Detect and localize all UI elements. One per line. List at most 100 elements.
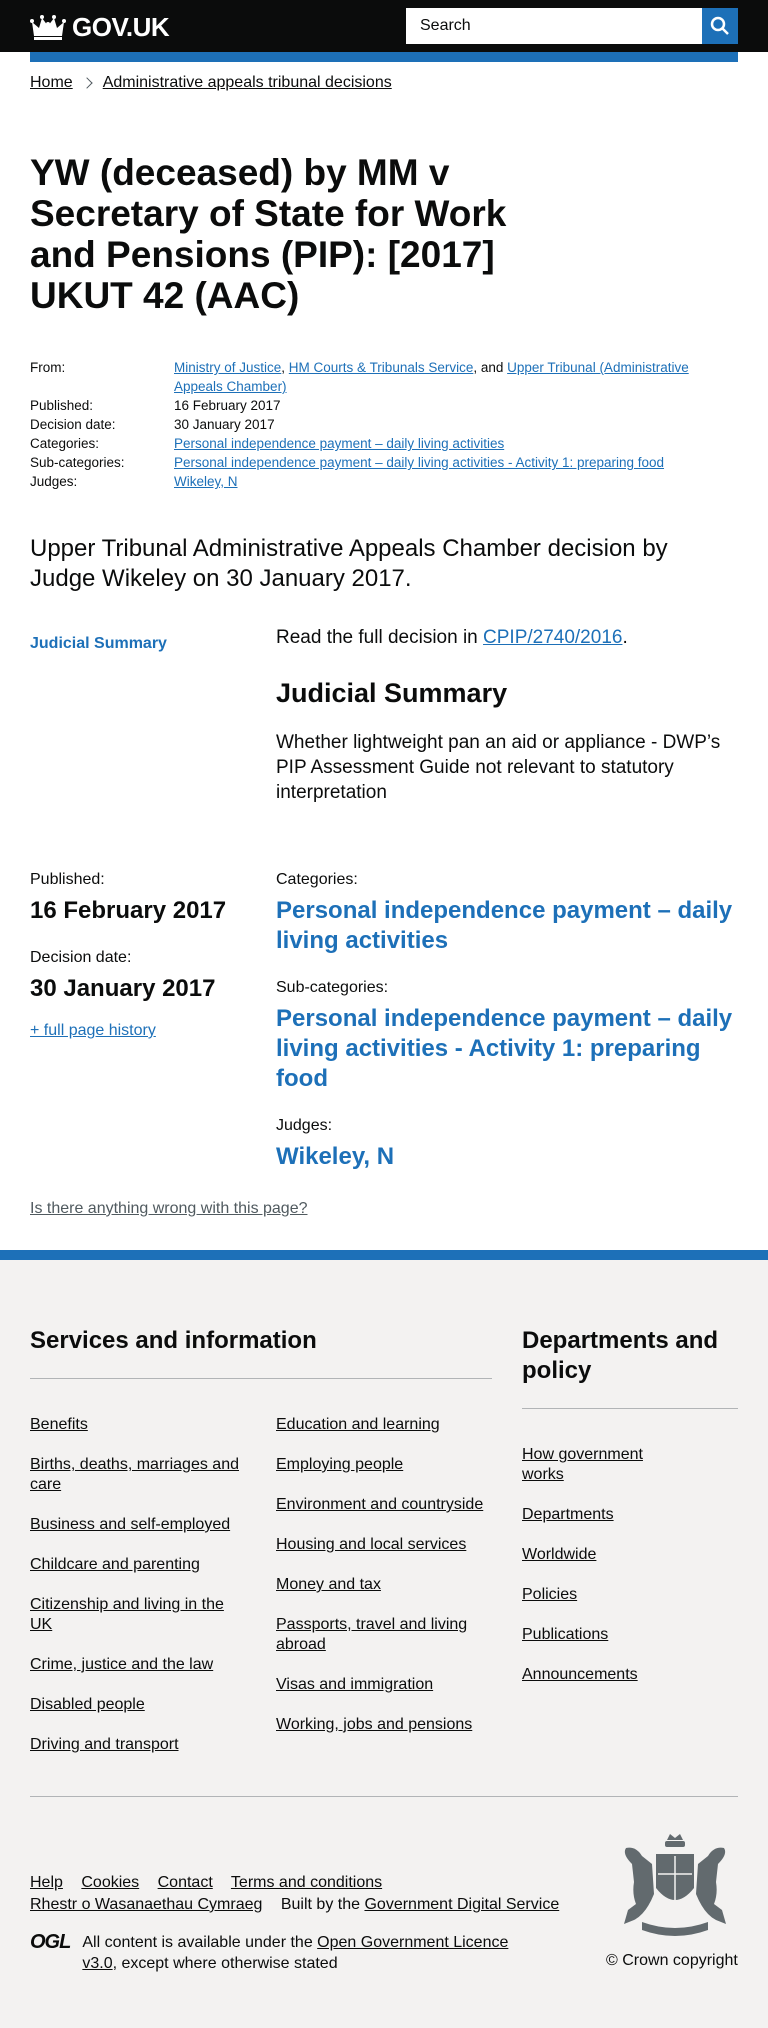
report-problem-link[interactable]: Is there anything wrong with this page? <box>30 1200 308 1218</box>
licence-prefix: All content is available under the <box>82 1934 318 1951</box>
list-item: Announcements <box>522 1665 662 1685</box>
departments-divider <box>522 1408 738 1409</box>
search-button[interactable] <box>702 8 738 44</box>
services-divider <box>30 1378 492 1379</box>
footer-link[interactable]: Births, deaths, marriages and care <box>30 1456 239 1493</box>
meta-decision: Decision date: 30 January 2017 <box>30 415 694 434</box>
meta-published: Published: 16 February 2017 <box>30 396 694 415</box>
decision-date: 30 January 2017 <box>30 975 216 1002</box>
list-item: Citizenship and living in the UK <box>30 1595 250 1635</box>
meta-published-label: Published: <box>30 398 94 413</box>
contents-link-judicial-summary[interactable]: Judicial Summary <box>30 635 167 653</box>
categories-label: Categories: <box>276 871 358 888</box>
footer-link[interactable]: How government works <box>522 1446 643 1483</box>
licence-suffix: , except where otherwise stated <box>112 1955 338 1972</box>
list-item: Working, jobs and pensions <box>276 1715 496 1735</box>
meta-judges: Judges: Wikeley, N <box>30 472 694 491</box>
licence-row: OGL All content is available under the O… <box>30 1932 542 1974</box>
crown-copyright[interactable]: © Crown copyright <box>606 1952 738 1970</box>
full-page-history-link[interactable]: + full page history <box>30 1022 250 1040</box>
departments-list: How government works Departments Worldwi… <box>522 1445 662 1705</box>
header-blue-bar <box>30 52 738 62</box>
footer-link[interactable]: Publications <box>522 1626 608 1643</box>
meta-from: From: Ministry of Justice, HM Courts & T… <box>30 358 694 396</box>
footer-link[interactable]: Announcements <box>522 1666 638 1683</box>
meta-decision-value: 30 January 2017 <box>174 417 275 432</box>
footer-link[interactable]: Policies <box>522 1586 577 1603</box>
meta-categories-label: Categories: <box>30 436 100 451</box>
list-item: Disabled people <box>30 1695 250 1715</box>
meta-judges-label: Judges: <box>30 474 78 489</box>
footer-link[interactable]: Crime, justice and the law <box>30 1656 213 1673</box>
site-footer: Services and information Benefits Births… <box>0 1250 768 2028</box>
footer-link[interactable]: Benefits <box>30 1416 88 1433</box>
footer-link[interactable]: Worldwide <box>522 1546 596 1563</box>
list-item: Education and learning <box>276 1415 496 1435</box>
footer-contact-link[interactable]: Contact <box>158 1874 213 1891</box>
footer-link[interactable]: Disabled people <box>30 1696 145 1713</box>
footer-link[interactable]: Environment and countryside <box>276 1496 483 1513</box>
search-icon <box>710 16 729 35</box>
meta-from-label: From: <box>30 360 66 375</box>
footer-link[interactable]: Money and tax <box>276 1576 381 1593</box>
category-big-link[interactable]: Personal independence payment – daily li… <box>276 896 746 956</box>
subcategory-link[interactable]: Personal independence payment – daily li… <box>174 455 664 470</box>
document-dates: Published: 16 February 2017 Decision dat… <box>30 870 250 1040</box>
breadcrumb: Home Administrative appeals tribunal dec… <box>30 74 392 92</box>
breadcrumb-home[interactable]: Home <box>30 74 73 92</box>
govuk-logo[interactable]: GOV.UK <box>30 12 170 43</box>
list-item: Worldwide <box>522 1545 662 1565</box>
footer-link[interactable]: Driving and transport <box>30 1736 179 1753</box>
decision-document-link[interactable]: CPIP/2740/2016 <box>483 627 622 648</box>
footer-terms-link[interactable]: Terms and conditions <box>231 1874 382 1891</box>
logo-text: GOV.UK <box>72 12 170 42</box>
lead-paragraph: Upper Tribunal Administrative Appeals Ch… <box>30 535 668 592</box>
footer-link[interactable]: Citizenship and living in the UK <box>30 1596 224 1633</box>
ogl-logo: OGL <box>30 1931 71 1953</box>
meta-subcategories: Sub-categories: Personal independence pa… <box>30 453 694 472</box>
footer-link[interactable]: Working, jobs and pensions <box>276 1716 472 1733</box>
org-link-moj[interactable]: Ministry of Justice <box>174 360 281 375</box>
meta-categories: Categories: Personal independence paymen… <box>30 434 694 453</box>
list-item: Childcare and parenting <box>30 1555 250 1575</box>
judge-link[interactable]: Wikeley, N <box>174 474 238 489</box>
footer-link[interactable]: Employing people <box>276 1456 403 1473</box>
departments-heading: Departments and policy <box>522 1327 719 1384</box>
footer-cookies-link[interactable]: Cookies <box>81 1874 139 1891</box>
footer-link[interactable]: Business and self-employed <box>30 1516 230 1533</box>
judicial-summary-text: Whether lightweight pan an aid or applia… <box>276 732 721 803</box>
footer-link[interactable]: Housing and local services <box>276 1536 466 1553</box>
footer-link[interactable]: Passports, travel and living abroad <box>276 1616 467 1653</box>
list-item: Business and self-employed <box>30 1515 250 1535</box>
footer-link[interactable]: Departments <box>522 1506 614 1523</box>
footer-link[interactable]: Education and learning <box>276 1416 440 1433</box>
footer-welsh-link[interactable]: Rhestr o Wasanaethau Cymraeg <box>30 1896 262 1913</box>
list-item: Employing people <box>276 1455 496 1475</box>
search-input[interactable]: Search <box>406 8 702 44</box>
footer-divider <box>30 1796 738 1797</box>
list-item: Benefits <box>30 1415 250 1435</box>
published-label: Published: <box>30 871 105 888</box>
judges-label: Judges: <box>276 1117 333 1134</box>
meta-published-value: 16 February 2017 <box>174 398 281 413</box>
meta-subcategories-label: Sub-categories: <box>30 455 125 470</box>
page-title: YW (deceased) by MM v Secretary of State… <box>30 152 507 316</box>
services-list-col2: Education and learning Employing people … <box>276 1415 496 1755</box>
breadcrumb-section[interactable]: Administrative appeals tribunal decision… <box>103 74 392 92</box>
judge-big-link[interactable]: Wikeley, N <box>276 1142 746 1172</box>
subcategories-label: Sub-categories: <box>276 979 389 996</box>
org-separator: , <box>281 360 289 375</box>
org-link-hmcts[interactable]: HM Courts & Tribunals Service <box>289 360 474 375</box>
category-link[interactable]: Personal independence payment – daily li… <box>174 436 504 451</box>
services-list-col1: Benefits Births, deaths, marriages and c… <box>30 1415 250 1775</box>
footer-help-link[interactable]: Help <box>30 1874 63 1891</box>
footer-link[interactable]: Childcare and parenting <box>30 1556 200 1573</box>
site-header: GOV.UK Search <box>0 0 768 52</box>
footer-link[interactable]: Visas and immigration <box>276 1676 433 1693</box>
services-heading: Services and information <box>30 1327 317 1354</box>
subcategory-big-link[interactable]: Personal independence payment – daily li… <box>276 1004 746 1094</box>
gds-link[interactable]: Government Digital Service <box>364 1896 559 1913</box>
read-suffix: . <box>622 627 628 648</box>
org-separator: , and <box>473 360 508 375</box>
list-item: Environment and countryside <box>276 1495 496 1515</box>
